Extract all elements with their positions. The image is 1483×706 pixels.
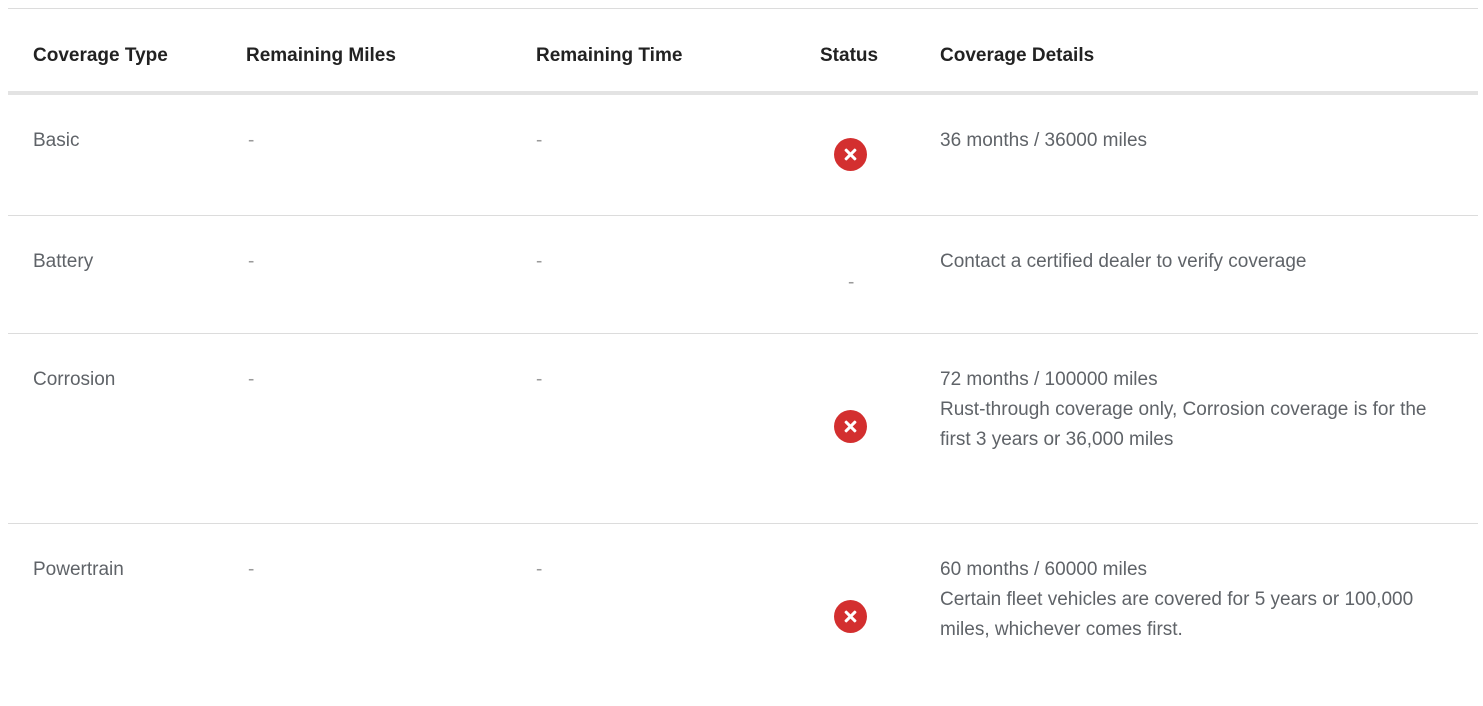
remaining-miles-cell: - bbox=[248, 251, 255, 272]
coverage-details-cell: 60 months / 60000 miles Certain fleet ve… bbox=[940, 555, 1460, 645]
table-row: Powertrain - - 60 months / 60000 miles C… bbox=[8, 524, 1478, 704]
remaining-time-cell: - bbox=[536, 251, 543, 272]
remaining-miles-cell: - bbox=[248, 369, 255, 390]
coverage-type-cell: Corrosion bbox=[33, 369, 116, 390]
status-text-cell: - bbox=[848, 272, 855, 293]
remaining-time-cell: - bbox=[536, 369, 543, 390]
details-primary-text: 36 months / 36000 miles bbox=[940, 130, 1148, 151]
details-note-text: Certain fleet vehicles are covered for 5… bbox=[940, 589, 1414, 640]
coverage-type-cell: Basic bbox=[33, 130, 80, 151]
coverage-type-cell: Powertrain bbox=[33, 559, 124, 580]
details-note-text: Rust-through coverage only, Corrosion co… bbox=[940, 399, 1427, 450]
coverage-type-cell: Battery bbox=[33, 251, 94, 272]
header-remaining-time: Remaining Time bbox=[536, 45, 683, 66]
header-coverage-details: Coverage Details bbox=[940, 45, 1095, 66]
remaining-time-cell: - bbox=[536, 559, 543, 580]
remaining-miles-cell: - bbox=[248, 130, 255, 151]
warranty-coverage-table: Coverage Type Remaining Miles Remaining … bbox=[8, 9, 1478, 704]
error-x-circle-icon bbox=[834, 600, 867, 633]
table-row: Battery - - - Contact a certified dealer… bbox=[8, 216, 1478, 334]
error-x-circle-icon bbox=[834, 138, 867, 171]
header-coverage-type: Coverage Type bbox=[33, 45, 168, 66]
details-primary-text: 72 months / 100000 miles bbox=[940, 369, 1158, 390]
table-row: Corrosion - - 72 months / 100000 miles R… bbox=[8, 334, 1478, 524]
table-row: Basic - - 36 months / 36000 miles bbox=[8, 95, 1478, 216]
coverage-details-cell: Contact a certified dealer to verify cov… bbox=[940, 247, 1460, 277]
coverage-details-cell: 36 months / 36000 miles bbox=[940, 126, 1460, 156]
header-status: Status bbox=[820, 45, 879, 66]
coverage-details-cell: 72 months / 100000 miles Rust-through co… bbox=[940, 365, 1460, 455]
remaining-time-cell: - bbox=[536, 130, 543, 151]
details-primary-text: Contact a certified dealer to verify cov… bbox=[940, 251, 1307, 272]
details-primary-text: 60 months / 60000 miles bbox=[940, 559, 1148, 580]
error-x-circle-icon bbox=[834, 410, 867, 443]
remaining-miles-cell: - bbox=[248, 559, 255, 580]
header-remaining-miles: Remaining Miles bbox=[246, 45, 396, 66]
table-header-row: Coverage Type Remaining Miles Remaining … bbox=[8, 9, 1478, 95]
